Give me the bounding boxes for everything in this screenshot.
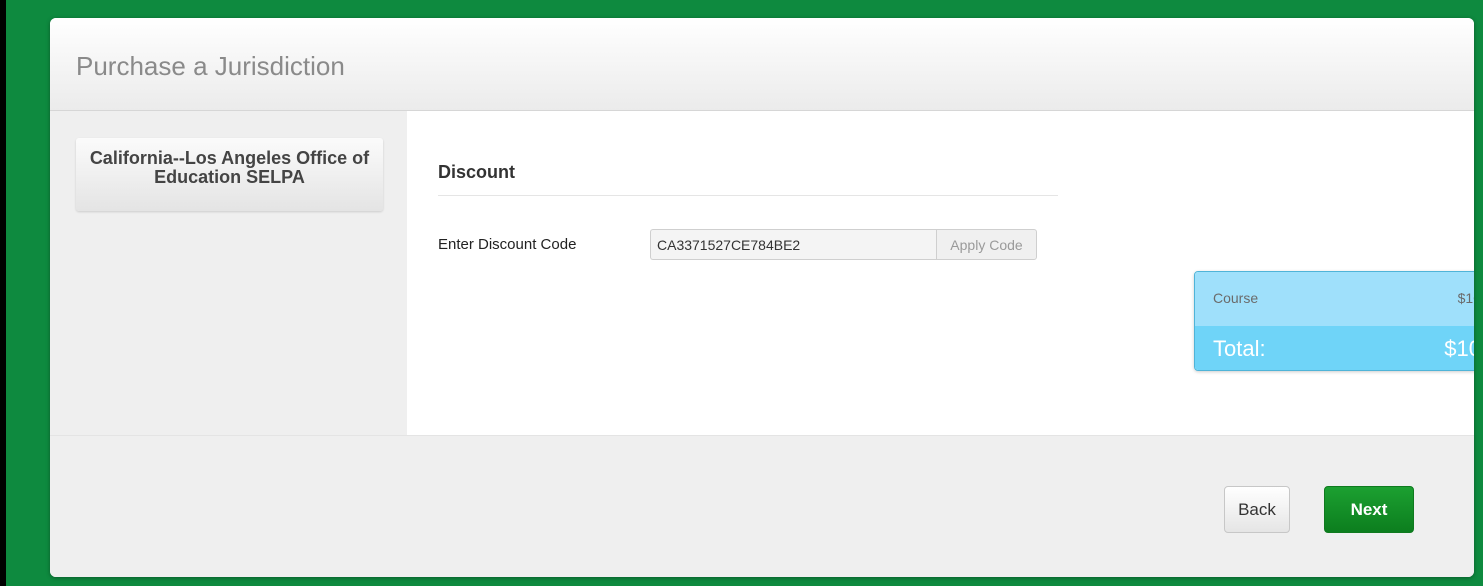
- course-price: $10: [1457, 290, 1474, 306]
- discount-code-input[interactable]: [650, 229, 936, 260]
- modal-header: Purchase a Jurisdiction: [50, 18, 1474, 111]
- modal-footer: Back Next: [50, 435, 1474, 577]
- sidebar: California--Los Angeles Office of Educat…: [50, 111, 407, 435]
- section-divider: [438, 195, 1058, 196]
- sidebar-item-label: California--Los Angeles Office of Educat…: [89, 147, 370, 187]
- next-button[interactable]: Next: [1324, 486, 1414, 533]
- modal-title: Purchase a Jurisdiction: [76, 51, 345, 81]
- total-label: Total:: [1213, 336, 1266, 361]
- summary-total-row: Total: $10: [1195, 326, 1474, 370]
- course-label: Course: [1213, 290, 1259, 306]
- summary-course-row: Course $10: [1195, 272, 1474, 326]
- purchase-modal: Purchase a Jurisdiction California--Los …: [50, 18, 1474, 577]
- discount-input-group: Apply Code: [650, 229, 1037, 260]
- discount-section-title: Discount: [438, 162, 516, 182]
- order-summary: Course $10 Total: $10: [1194, 271, 1474, 371]
- main-content: Discount Enter Discount Code Apply Code …: [407, 111, 1474, 435]
- sidebar-item-jurisdiction[interactable]: California--Los Angeles Office of Educat…: [76, 138, 383, 211]
- discount-code-label: Enter Discount Code: [438, 236, 577, 253]
- total-value: $10: [1444, 336, 1474, 361]
- apply-code-button[interactable]: Apply Code: [936, 229, 1037, 260]
- left-edge-strip: [0, 0, 6, 586]
- back-button[interactable]: Back: [1224, 486, 1290, 533]
